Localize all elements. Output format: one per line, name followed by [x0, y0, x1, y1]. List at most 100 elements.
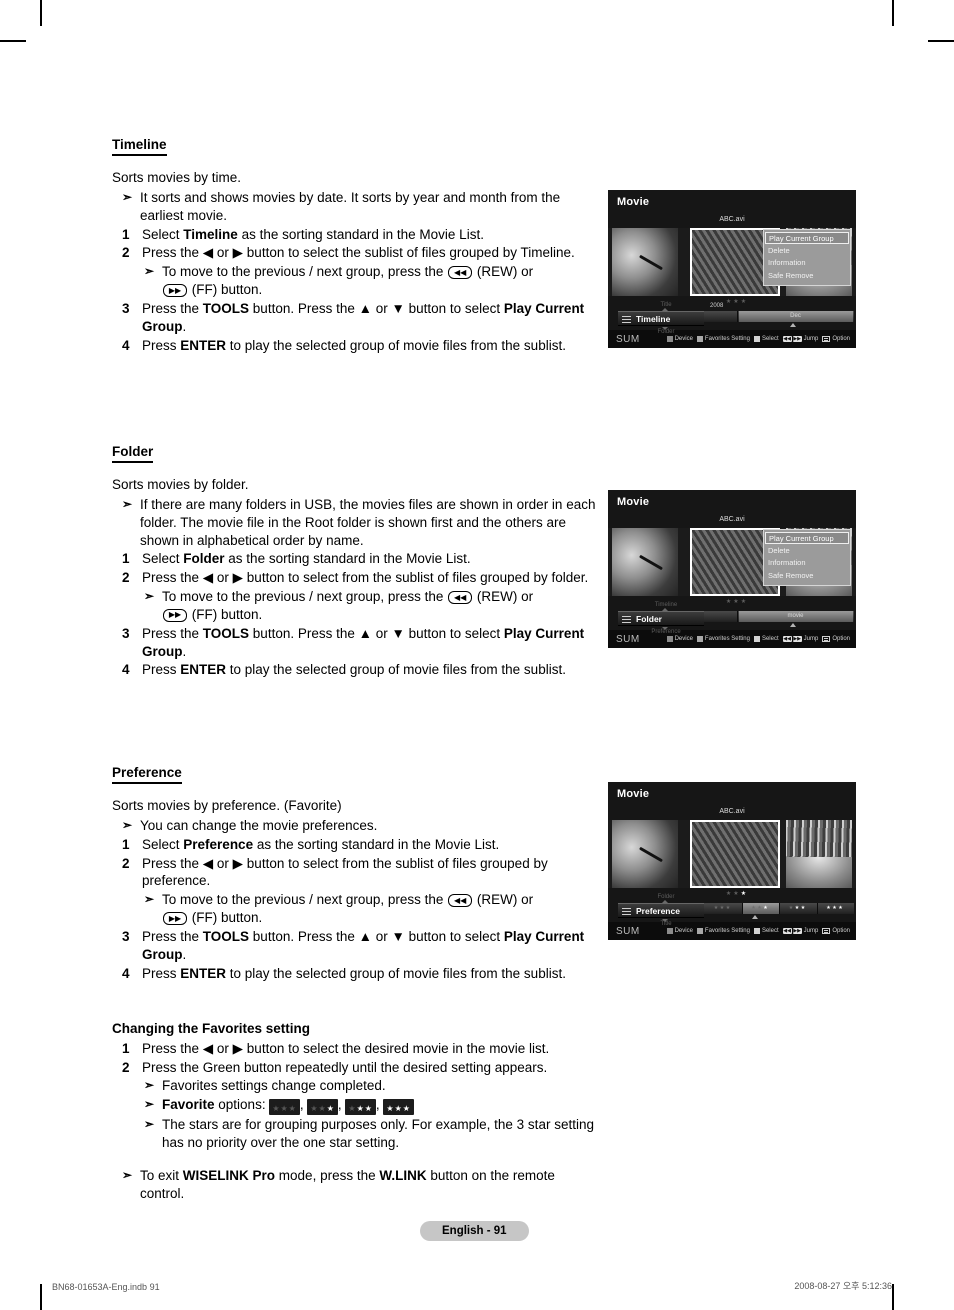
tv-legend: Device Favorites Setting Select ◀◀ ▶▶ Jump Opt…	[666, 636, 850, 642]
wlink-button-label: W.LINK	[379, 1168, 427, 1184]
sort-selector-wheel[interactable]: Timeline Folder Preference	[614, 602, 704, 636]
color-key-green-icon	[696, 928, 703, 934]
sort-option-below[interactable]: Folder	[630, 329, 702, 335]
step-text: Press the ◀ or ▶ button to select the su…	[142, 245, 575, 261]
step-text-bold: Timeline	[183, 226, 238, 242]
legend-favorites-setting[interactable]: Favorites Setting	[696, 928, 750, 934]
sort-option-below[interactable]: Title	[630, 921, 702, 927]
tv-thumbnail-strip	[608, 820, 856, 888]
legend-jump[interactable]: ◀◀ ▶▶ Jump	[782, 928, 819, 934]
legend-select[interactable]: Select	[753, 336, 779, 342]
legend-label: Jump	[803, 336, 819, 342]
group-position-caret-icon	[789, 323, 796, 327]
tools-icon	[822, 336, 831, 342]
ff-button-icon: ▶▶	[163, 608, 187, 622]
step-text-end: .	[182, 643, 187, 659]
sort-selector-wheel[interactable]: Folder Preference Title	[614, 894, 704, 928]
legend-jump[interactable]: ◀◀ ▶▶ Jump	[782, 636, 818, 642]
step-number: 2	[122, 245, 130, 261]
tools-icon	[822, 636, 831, 642]
step-text-bold: Folder	[183, 551, 225, 567]
subnote-text-pre: To move to the previous / next group, pr…	[162, 892, 448, 908]
thumbnail-next[interactable]	[786, 820, 852, 888]
sort-option-current[interactable]: Preference	[618, 903, 704, 918]
tools-menu-item-information[interactable]: Information	[764, 257, 850, 269]
group-segment[interactable]: ★★★	[826, 903, 844, 914]
legend-favorites-setting[interactable]: Favorites Setting	[696, 336, 750, 342]
legend-option[interactable]: Option	[822, 636, 850, 642]
step-text-post: to play the selected group of movie file…	[226, 662, 566, 678]
group-segment-selected[interactable]: ★★★	[741, 903, 779, 914]
tools-menu-item-safe-remove[interactable]: Safe Remove	[764, 569, 850, 581]
enter-button-label: ENTER	[180, 337, 227, 353]
group-navigation-bar[interactable]: movie	[704, 611, 854, 627]
tools-menu-item-delete[interactable]: Delete	[764, 244, 850, 256]
legend-favorites-setting[interactable]: Favorites Setting	[696, 636, 750, 642]
tools-menu-item-play-current-group[interactable]: Play Current Group	[765, 232, 849, 245]
step-text-end: .	[182, 946, 187, 962]
color-key-yellow-icon	[753, 928, 760, 934]
sort-selector-wheel[interactable]: Title Timeline Folder	[614, 302, 704, 336]
screenshot-folder: Movie ABC.avi ★★★ Play Current Group Delete I…	[608, 490, 858, 648]
legend-jump[interactable]: ◀◀ ▶▶ Jump	[782, 336, 819, 342]
group-navigation-bar[interactable]: 2008 Dec	[704, 303, 854, 327]
sort-option-current[interactable]: Folder	[618, 611, 704, 626]
step-number: 1	[122, 226, 130, 242]
exit-wiselink-note: ➣ To exit WISELINK Pro mode, press the W…	[112, 1167, 602, 1203]
step-text-post: as the sorting standard in the Movie Lis…	[253, 836, 500, 852]
tools-menu-item-information[interactable]: Information	[764, 557, 850, 569]
legend-label: Option	[832, 336, 850, 342]
tools-popup-menu[interactable]: Play Current Group Delete Information Safe …	[763, 529, 851, 586]
note-timeline-sorting: ➣ It sorts and shows movies by date. It …	[112, 189, 602, 225]
group-segment-selected[interactable]: movie	[738, 611, 853, 622]
sort-option-below[interactable]: Preference	[630, 629, 702, 635]
legend-device[interactable]: Device	[666, 928, 693, 934]
legend-select[interactable]: Select	[753, 636, 779, 642]
group-navigation-bar[interactable]: ★★★ ★★★ ★★★ ★★★	[704, 903, 854, 919]
note-preference: ➣ You can change the movie preferences.	[112, 817, 602, 835]
step-2-folder: 2 Press the ◀ or ▶ button to select from…	[112, 569, 602, 587]
section-preference: Preference Sorts movies by preference. (…	[112, 764, 602, 983]
tv-filename-label: ABC.avi	[719, 216, 745, 223]
bullet-arrow-icon: ➣	[122, 497, 133, 511]
note-folder-sorting: ➣ If there are many folders in USB, the …	[112, 496, 602, 549]
step-number: 4	[122, 965, 130, 981]
footer-file-reference: BN68-01653A-Eng.indb 91	[52, 1282, 160, 1292]
thumbnail-previous[interactable]	[612, 228, 678, 296]
legend-label: Select	[761, 336, 779, 342]
section-favorites-setting: Changing the Favorites setting 1 Press t…	[112, 1020, 602, 1204]
subnote-text-pre: To move to the previous / next group, pr…	[162, 589, 448, 605]
tools-menu-item-delete[interactable]: Delete	[764, 544, 850, 556]
legend-select[interactable]: Select	[753, 928, 779, 934]
tools-menu-item-play-current-group[interactable]: Play Current Group	[765, 532, 849, 545]
legend-device[interactable]: Device	[666, 336, 693, 342]
group-segment[interactable]: ★★★	[714, 903, 732, 914]
group-segment-selected[interactable]: Dec	[738, 311, 853, 322]
tools-popup-menu[interactable]: Play Current Group Delete Information Safe …	[763, 229, 851, 286]
favorites-heading: Changing the Favorites setting	[112, 1021, 311, 1036]
favorite-option-chip: ★★★	[307, 1099, 338, 1115]
thumbnail-selected[interactable]	[690, 820, 780, 888]
legend-option[interactable]: Option	[822, 336, 850, 342]
step-text-bold: Preference	[183, 836, 254, 852]
legend-label: Select	[761, 636, 779, 642]
tv-filename-label: ABC.avi	[719, 808, 745, 815]
tools-menu-item-safe-remove[interactable]: Safe Remove	[764, 269, 850, 281]
subnote-text-mid: (REW) or	[473, 589, 534, 605]
step-number: 3	[122, 300, 130, 316]
section-heading-timeline: Timeline	[112, 137, 167, 157]
bullet-arrow-icon: ➣	[122, 818, 133, 832]
step-text: Press the Green button repeatedly until …	[142, 1059, 548, 1075]
note-text: If there are many folders in USB, the mo…	[140, 497, 596, 548]
legend-label: Device	[674, 336, 693, 342]
legend-label: Jump	[803, 928, 819, 934]
sort-option-current[interactable]: Timeline	[618, 311, 704, 326]
favorites-step-1: 1 Press the ◀ or ▶ button to select the …	[112, 1040, 602, 1058]
thumbnail-previous[interactable]	[612, 820, 678, 888]
legend-device[interactable]: Device	[666, 636, 693, 642]
favorites-step-2: 2 Press the Green button repeatedly unti…	[112, 1059, 602, 1077]
legend-label: Option	[832, 636, 850, 642]
legend-option[interactable]: Option	[822, 928, 850, 934]
thumbnail-previous[interactable]	[612, 528, 678, 596]
group-segment[interactable]: ★★★	[789, 903, 807, 914]
